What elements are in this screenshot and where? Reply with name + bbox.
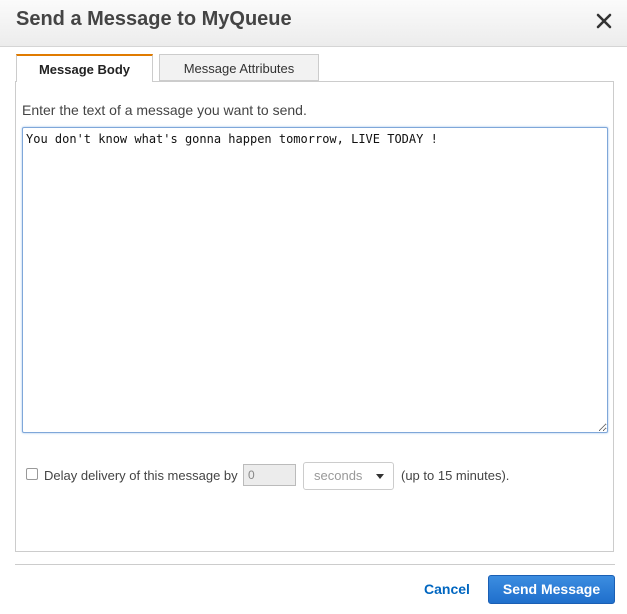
dialog-title: Send a Message to MyQueue (16, 8, 292, 30)
tab-message-body[interactable]: Message Body (16, 54, 153, 82)
message-prompt: Enter the text of a message you want to … (22, 102, 307, 118)
delay-limit-note: (up to 15 minutes). (401, 468, 510, 483)
cancel-button[interactable]: Cancel (424, 581, 470, 597)
delay-value-input[interactable] (243, 464, 296, 486)
delay-checkbox[interactable] (26, 468, 38, 480)
delay-label: Delay delivery of this message by (44, 468, 238, 483)
tab-message-attributes[interactable]: Message Attributes (159, 54, 319, 81)
message-body-textarea[interactable] (22, 127, 608, 433)
delay-unit-select[interactable]: seconds (303, 462, 394, 490)
delay-unit-value: seconds (314, 468, 363, 483)
caret-down-icon (376, 474, 384, 479)
dialog-header: Send a Message to MyQueue (0, 0, 627, 47)
send-message-button[interactable]: Send Message (488, 575, 615, 604)
close-icon[interactable] (593, 10, 615, 32)
footer-divider (15, 564, 615, 565)
